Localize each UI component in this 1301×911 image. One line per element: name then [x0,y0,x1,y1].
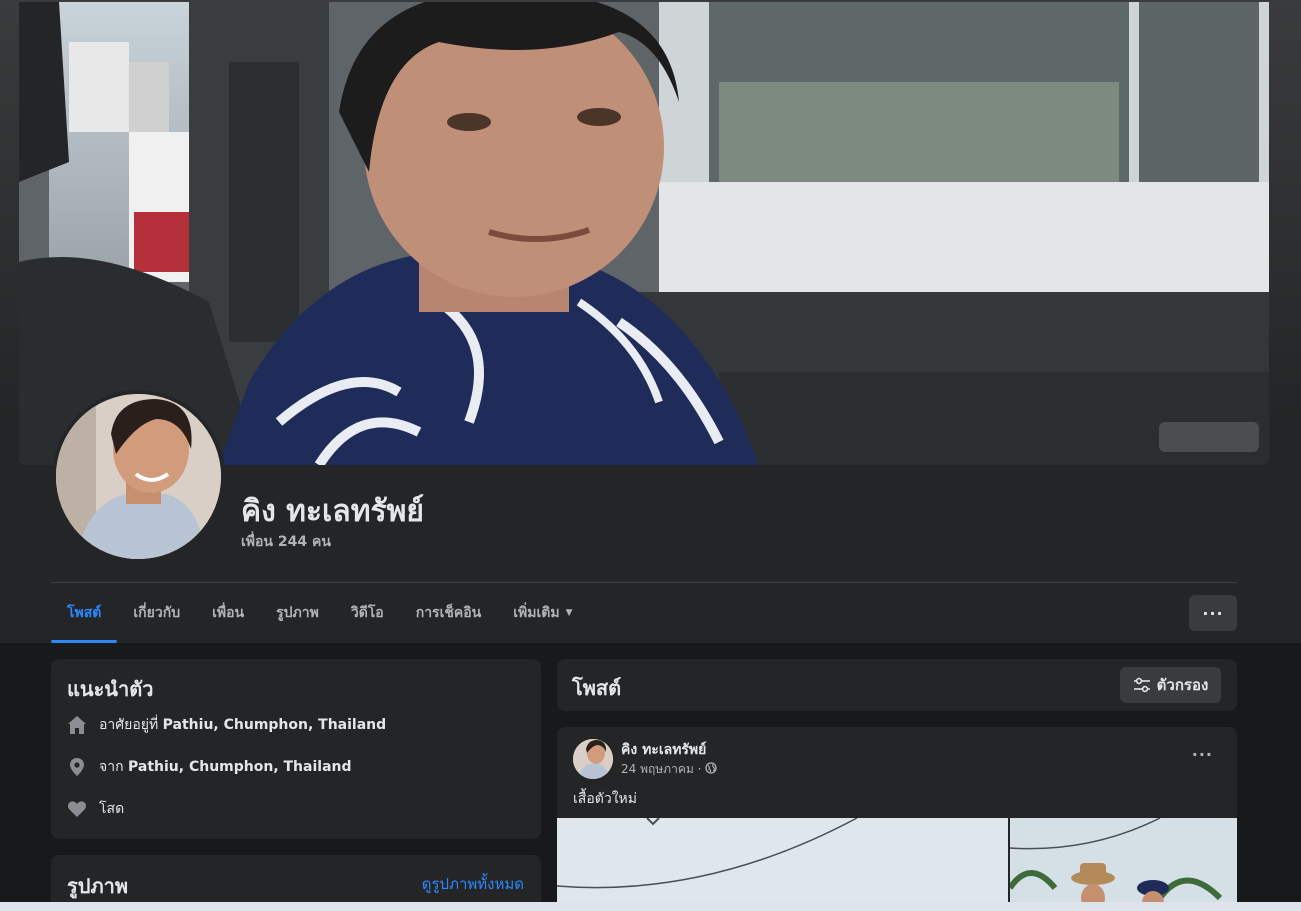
tab-posts[interactable]: โพสต์ [51,583,118,643]
tab-about[interactable]: เกี่ยวกับ [117,583,196,643]
tab-friends-label: เพื่อน [212,605,245,621]
heart-icon [67,799,87,819]
post-photo-1[interactable] [557,818,1008,911]
filter-button-label: ตัวกรอง [1156,676,1209,694]
post-photo-2[interactable] [1010,818,1237,911]
tab-videos[interactable]: วิดีโอ [335,583,400,643]
intro-from-prefix: จาก [99,759,124,775]
post-options-button[interactable]: ··· [1192,745,1213,764]
tab-about-label: เกี่ยวกับ [133,605,181,621]
intro-lives-place[interactable]: Pathiu, Chumphon, Thailand [163,717,387,733]
see-all-photos-link[interactable]: ดูรูปภาพทั้งหมด [422,872,524,896]
tab-checkins[interactable]: การเช็คอิน [400,583,498,643]
profile-page: คิง ทะเลทรัพย์ เพื่อน 244 คน โพสต์ เกี่ย… [0,0,1301,911]
post-card: คิง ทะเลทรัพย์ 24 พฤษภาคม · ··· เสื้อตัว… [557,727,1237,911]
intro-relationship: โสด [99,801,125,817]
avatar-image [56,394,221,559]
filter-button[interactable]: ตัวกรอง [1120,667,1221,703]
taskbar-strip [0,902,1301,911]
tab-checkins-label: การเช็คอิน [415,605,482,621]
intro-from-row: จาก Pathiu, Chumphon, Thailand [67,756,352,778]
cover-photo[interactable] [19,2,1269,465]
posts-title: โพสต์ [572,676,622,700]
tab-posts-label: โพสต์ [67,605,102,621]
post-photo-1-image [557,818,1008,911]
cover-photo-image [19,2,1269,465]
post-author-avatar[interactable] [573,739,613,779]
post-author-name[interactable]: คิง ทะเลทรัพย์ [621,739,706,761]
post-text: เสื้อตัวใหม่ [573,791,637,807]
tab-more-label: เพิ่มเติม [513,605,560,621]
location-pin-icon [67,757,87,777]
profile-more-button[interactable]: ··· [1189,595,1237,631]
post-meta: 24 พฤษภาคม · [621,760,718,779]
profile-tabs: โพสต์ เกี่ยวกับ เพื่อน รูปภาพ วิดีโอ การ… [51,583,589,643]
profile-avatar[interactable] [52,390,225,563]
photos-title: รูปภาพ [67,874,129,898]
friends-count[interactable]: เพื่อน 244 คน [241,531,331,553]
intro-lives-prefix: อาศัยอยู่ที่ [99,717,159,733]
caret-down-icon: ▼ [565,608,573,618]
intro-lives-row: อาศัยอยู่ที่ Pathiu, Chumphon, Thailand [67,714,386,736]
intro-title: แนะนำตัว [67,677,154,701]
home-icon [67,715,87,735]
tab-photos[interactable]: รูปภาพ [260,583,335,643]
tab-friends[interactable]: เพื่อน [196,583,260,643]
intro-from-place[interactable]: Pathiu, Chumphon, Thailand [128,759,352,775]
intro-card: แนะนำตัว อาศัยอยู่ที่ Pathiu, Chumphon, … [51,659,541,839]
filter-sliders-icon [1133,677,1150,693]
post-photo-2-image [1010,818,1237,911]
tab-more[interactable]: เพิ่มเติม ▼ [497,583,588,643]
profile-name: คิง ทะเลทรัพย์ [241,494,424,529]
tab-videos-label: วิดีโอ [350,605,384,621]
tab-photos-label: รูปภาพ [276,605,319,621]
post-date[interactable]: 24 พฤษภาคม · [621,760,701,779]
globe-icon [705,762,718,777]
intro-relationship-row: โสด [67,798,124,820]
posts-header-card: โพสต์ ตัวกรอง [557,659,1237,711]
